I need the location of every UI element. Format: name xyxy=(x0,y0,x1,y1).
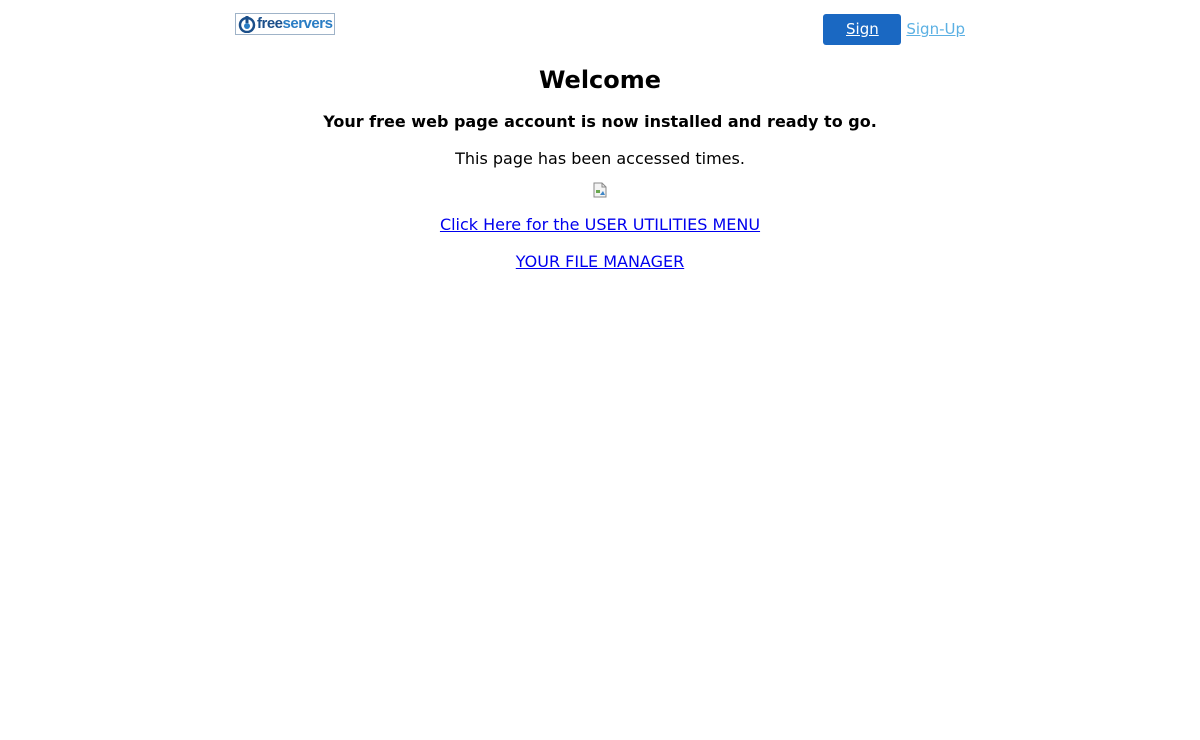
user-utilities-menu-link[interactable]: Click Here for the USER UTILITIES MENU xyxy=(440,214,760,236)
access-counter-text: This page has been accessed times. xyxy=(455,149,745,168)
logo-text: freeservers xyxy=(257,14,333,34)
freeservers-logo[interactable]: freeservers xyxy=(235,13,335,35)
sign-in-button[interactable]: Sign In xyxy=(823,14,902,69)
broken-image-icon xyxy=(592,182,608,198)
file-manager-link[interactable]: YOUR FILE MANAGER xyxy=(516,251,684,273)
page-subtitle: Your free web page account is now instal… xyxy=(323,112,877,131)
logo-text-servers: servers xyxy=(282,15,333,32)
logo-text-free: free xyxy=(257,15,283,32)
sign-up-link[interactable]: Sign-Up xyxy=(906,14,965,45)
header: freeservers Sign In Sign-Up xyxy=(235,0,965,69)
auth-controls: Sign In Sign-Up xyxy=(823,14,965,69)
page-title: Welcome xyxy=(538,66,662,94)
freeservers-logo-icon xyxy=(238,15,256,34)
main-content: Welcome Your free web page account is no… xyxy=(0,62,1200,273)
